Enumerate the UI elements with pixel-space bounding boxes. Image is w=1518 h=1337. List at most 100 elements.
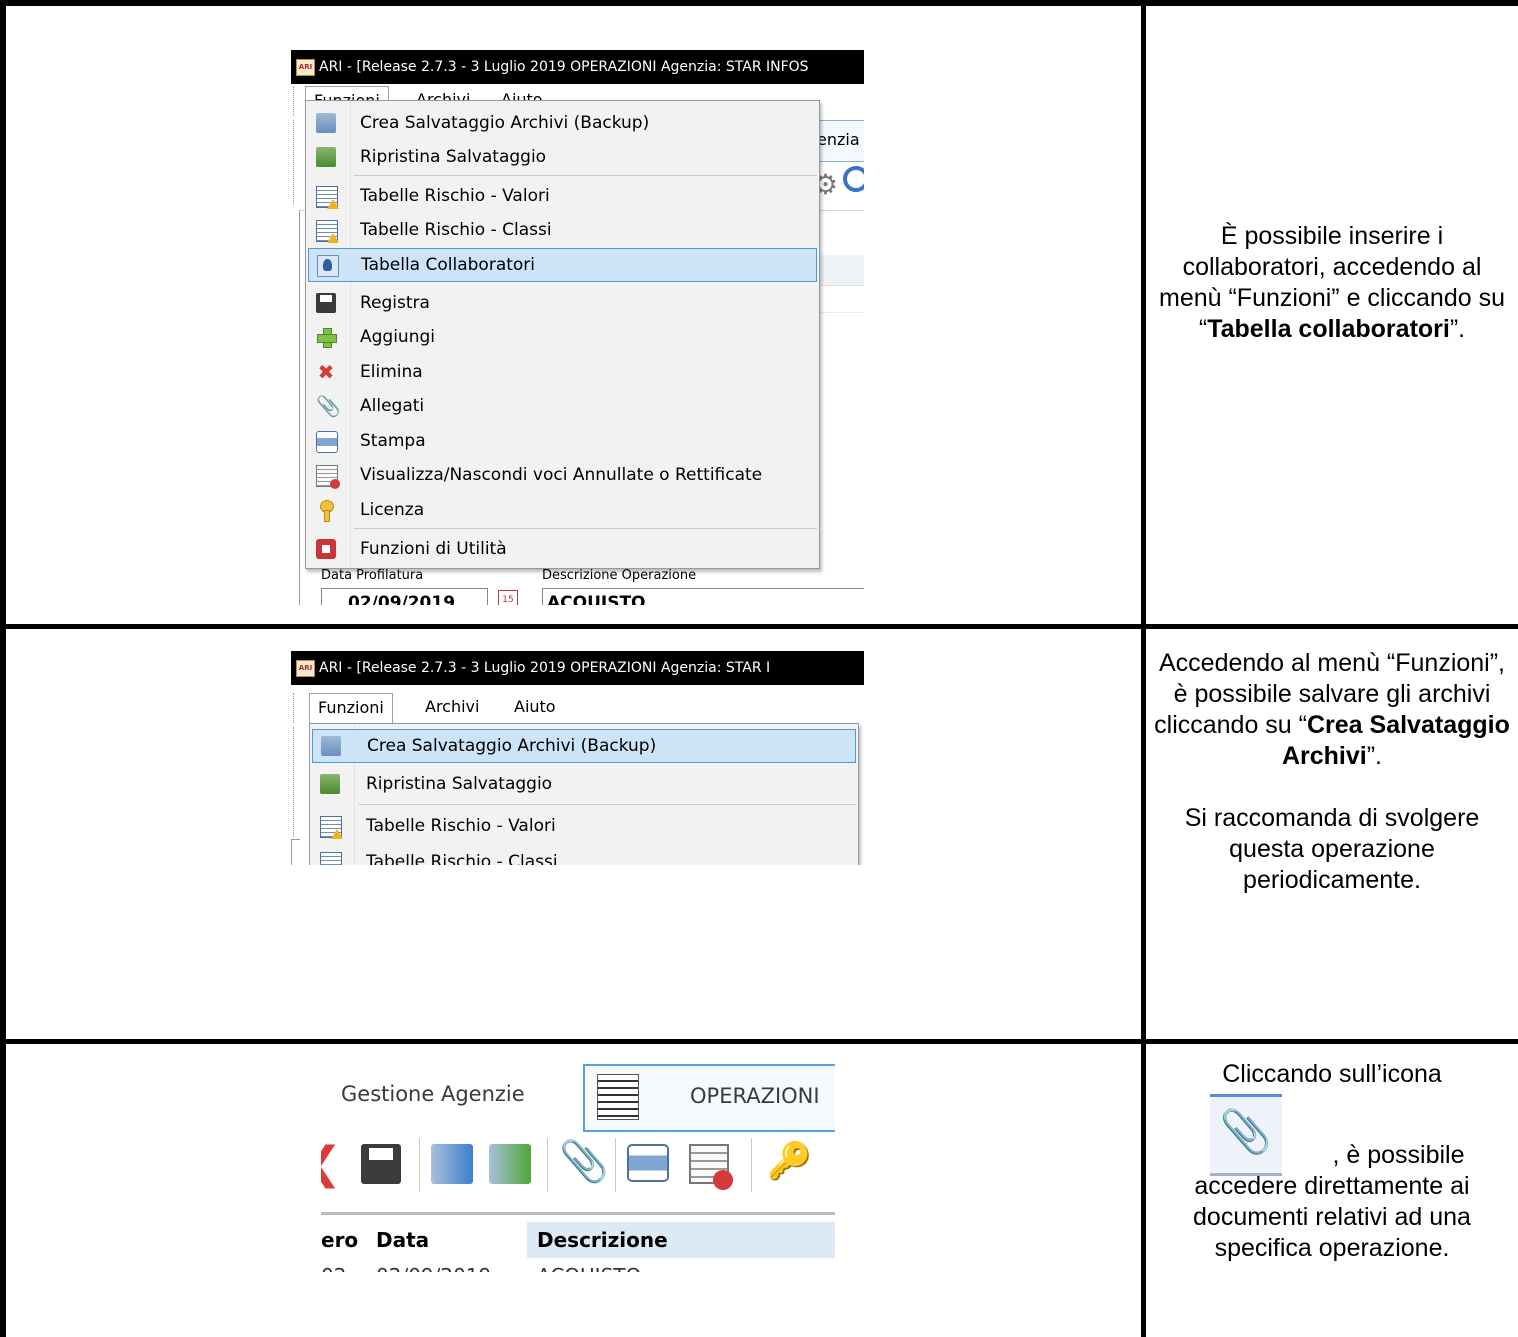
screenshot-toolbar: Gestione Agenzie OPERAZIONI ❮ 📎 🔑 ero Da… [321,1062,835,1272]
column-header-numero[interactable]: ero [321,1228,358,1252]
menu-item-label: Ripristina Salvataggio [366,774,553,794]
restore-icon [316,147,336,167]
toolbox-icon [316,539,336,559]
description-bold-text: Tabella collaboratori [1207,315,1450,343]
table-top-border [0,0,1518,6]
tab-gestione-agenzie[interactable]: Gestione Agenzie [321,1062,579,1136]
menu-item-label: Registra [360,293,430,313]
descrizione-operazione-value: ACQUISTO [547,593,646,605]
menu-item-risk-classes[interactable]: Tabelle Rischio - Classi [306,214,819,246]
menu-item-utilities[interactable]: Funzioni di Utilità [306,533,819,565]
list-icon [597,1074,639,1120]
menu-archivi[interactable]: Archivi [417,693,487,721]
app-icon: ARI [296,59,315,76]
grid-header: ero Data Descrizione [321,1222,835,1258]
window-titlebar: ARI ARI - [Release 2.7.3 - 3 Luglio 2019… [291,651,864,685]
menu-item-label: Tabelle Rischio - Valori [360,186,550,206]
menu-item-label: Crea Salvataggio Archivi (Backup) [367,736,657,756]
restore-icon [320,774,340,794]
menu-item-label: Tabelle Rischio - Classi [360,220,552,240]
tab-label: Gestione Agenzie [341,1082,525,1106]
app-icon: ARI [296,660,315,677]
toolbar-separator [547,1138,548,1192]
toolbar-separator [751,1138,752,1192]
menu-item-label: Elimina [360,362,423,382]
menu-item-risk-values[interactable]: Tabelle Rischio - Valori [310,810,858,842]
restore-icon[interactable] [489,1144,531,1184]
table-row[interactable]: 02 02/09/2019 ACQUISTO [321,1260,835,1272]
funzioni-dropdown: Crea Salvataggio Archivi (Backup) Ripris… [309,723,859,865]
menu-item-toggle-cancelled[interactable]: Visualizza/Nascondi voci Annullate o Ret… [306,459,819,491]
description-recommendation: Si raccomanda di svolgere questa operazi… [1184,804,1480,894]
menu-item-label: Crea Salvataggio Archivi (Backup) [360,113,650,133]
menu-item-label: Ripristina Salvataggio [360,147,547,167]
backup-icon [316,113,336,133]
menu-separator [358,804,856,805]
menu-item-collaborators[interactable]: Tabella Collaboratori [308,248,817,282]
collaborators-icon [317,255,339,277]
cell-descrizione: ACQUISTO [537,1264,641,1272]
paperclip-icon[interactable]: 📎 [559,1140,609,1184]
window-title: ARI - [Release 2.7.3 - 3 Luglio 2019 OPE… [319,59,809,75]
save-icon [316,293,336,313]
table-row-divider-2 [0,1039,1518,1044]
calendar-button[interactable]: 15 [498,590,518,605]
toolbar-grip [293,120,297,205]
printer-icon[interactable] [627,1144,669,1182]
menu-separator [354,175,817,176]
column-header-data[interactable]: Data [376,1228,429,1252]
description-bold-text: Crea Salvataggio Archivi [1281,711,1510,770]
menu-item-attachments[interactable]: 📎 Allegati [306,390,819,422]
menu-item-label: Aggiungi [360,327,435,347]
key-icon[interactable]: 🔑 [767,1140,812,1184]
menu-item-label: Tabelle Rischio - Classi [366,852,558,865]
tab-operazioni[interactable]: OPERAZIONI [583,1064,835,1132]
descrizione-operazione-field[interactable]: ACQUISTO [542,588,864,605]
delete-icon[interactable]: ❮ [321,1142,349,1186]
toolbar-grip [293,727,297,837]
menu-item-restore[interactable]: Ripristina Salvataggio [306,141,819,173]
description-text: Cliccando sull’icona [1222,1060,1442,1088]
menu-aiuto[interactable]: Aiuto [506,693,564,721]
table-column-divider [1141,0,1146,1337]
delete-icon: ✖ [317,360,335,384]
risk-table-icon [316,220,339,243]
menu-item-label: Tabelle Rischio - Valori [366,816,556,836]
screenshot-menu-backup: ARI ARI - [Release 2.7.3 - 3 Luglio 2019… [291,651,864,865]
table-row-divider-1 [0,624,1518,629]
menu-item-label: Funzioni di Utilità [360,539,507,559]
toolbar-separator [615,1138,616,1192]
data-profilatura-field[interactable]: 02/09/2019 [321,588,488,605]
menu-item-add[interactable]: Aggiungi [306,321,819,353]
description-backup: Accedendo al menù “Funzioni”, è possibil… [1150,648,1514,896]
backup-icon[interactable] [431,1144,473,1184]
menubar-grip [293,693,297,723]
menu-item-restore[interactable]: Ripristina Salvataggio [310,768,858,800]
menu-item-label: Licenza [360,500,425,520]
menu-item-risk-values[interactable]: Tabelle Rischio - Valori [306,180,819,212]
cancel-badge-icon [713,1170,733,1190]
printer-icon [316,431,338,453]
menu-item-backup[interactable]: Crea Salvataggio Archivi (Backup) [312,729,856,763]
table-left-border [0,0,6,1337]
cell-data: 02/09/2019 [376,1264,491,1272]
menu-funzioni[interactable]: Funzioni [309,693,393,723]
menu-item-save[interactable]: Registra [306,287,819,319]
column-header-descrizione[interactable]: Descrizione [537,1228,668,1252]
menu-item-risk-classes[interactable]: Tabelle Rischio - Classi [310,846,858,865]
menu-separator [354,528,817,529]
menu-item-label: Allegati [360,396,425,416]
background-tab-label: enzia [817,130,860,149]
menu-item-delete[interactable]: ✖ Elimina [306,356,819,388]
menu-item-print[interactable]: Stampa [306,425,819,457]
risk-table-icon [320,852,342,865]
menu-item-label: Tabella Collaboratori [361,255,536,275]
backup-icon [321,736,341,756]
background-panel-edge [291,839,300,865]
menu-item-license[interactable]: Licenza [306,494,819,526]
menubar-grip [293,86,297,116]
background-grid-row [819,286,864,313]
description-collaborators: È possibile inserire i collaboratori, ac… [1150,221,1514,345]
menu-item-backup[interactable]: Crea Salvataggio Archivi (Backup) [306,107,819,139]
toolbar: ❮ 📎 🔑 [321,1134,835,1206]
